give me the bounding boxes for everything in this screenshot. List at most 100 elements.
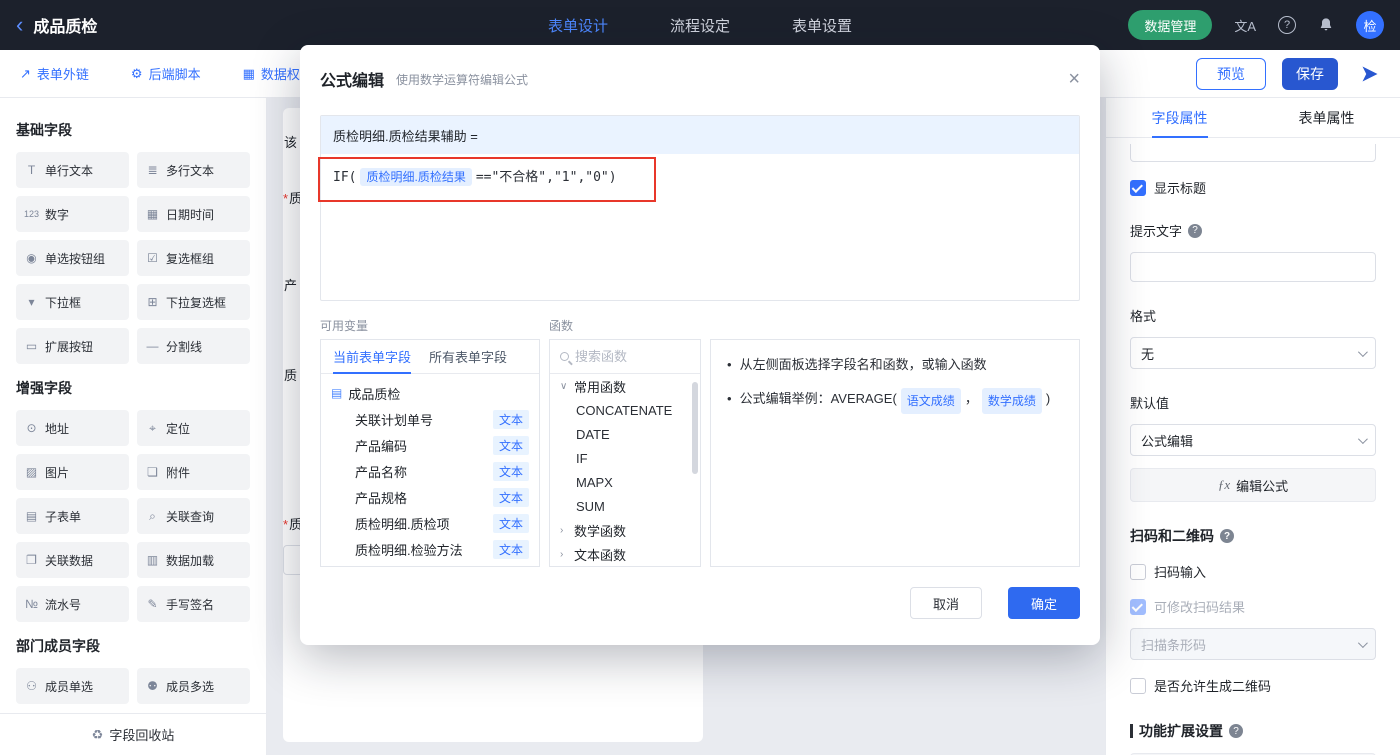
field-signature[interactable]: ✎ 手写签名: [137, 586, 250, 622]
tab-form-design[interactable]: 表单设计: [548, 15, 608, 36]
linked-data-icon: ❐: [26, 553, 37, 567]
chevron-right-icon: ›: [560, 548, 564, 560]
variables-box: 当前表单字段 所有表单字段 ▤ 成品质检 关联计划单号 文本 产品编码 文本 产品名…: [320, 339, 540, 567]
hint-help-icon[interactable]: ?: [1188, 223, 1203, 238]
formula-field-chip[interactable]: 质检明细.质检结果: [360, 168, 472, 186]
save-button[interactable]: 保存: [1282, 57, 1338, 90]
formula-editor-area[interactable]: IF(质检明细.质检结果 =="不合格","1","0"): [321, 154, 1079, 300]
scan-input-row: 扫码输入: [1130, 562, 1376, 581]
extension-help-icon[interactable]: ?: [1229, 724, 1243, 738]
format-select[interactable]: 无: [1130, 337, 1376, 369]
field-radio-group[interactable]: ◉ 单选按钮组: [16, 240, 129, 276]
field-type-tag: 文本: [492, 539, 529, 559]
top-header: ‹ 成品质检 表单设计 流程设定 表单设置 数据管理 文A ? 检: [0, 0, 1400, 50]
close-icon[interactable]: ×: [1068, 69, 1080, 89]
field-recycle-bin[interactable]: ♻ 字段回收站: [0, 713, 266, 755]
form-external-link[interactable]: ↗ 表单外链: [20, 64, 89, 83]
members-icon: ⚉: [147, 679, 158, 693]
preview-button[interactable]: 预览: [1196, 57, 1266, 90]
tab-all-form-fields[interactable]: 所有表单字段: [429, 340, 507, 373]
radio-icon: ◉: [26, 251, 37, 265]
field-linked-query[interactable]: ⌕ 关联查询: [137, 498, 250, 534]
show-title-row: 显示标题: [1130, 178, 1376, 197]
field-image[interactable]: ▨ 图片: [16, 454, 129, 490]
variable-item[interactable]: 质检明细.质检项 文本: [321, 510, 539, 536]
tab-field-properties[interactable]: 字段属性: [1106, 98, 1253, 137]
qr-generate-checkbox[interactable]: [1130, 677, 1146, 694]
edit-formula-button[interactable]: ƒx 编辑公式: [1130, 468, 1376, 502]
example-field-chip: 数学成绩: [981, 388, 1042, 414]
field-dropdown[interactable]: ▾ 下拉框: [16, 284, 129, 320]
image-icon: ▨: [25, 465, 38, 479]
field-divider[interactable]: — 分割线: [137, 328, 250, 364]
field-checkbox-group[interactable]: ☑ 复选框组: [137, 240, 250, 276]
field-serial-number[interactable]: № 流水号: [16, 586, 129, 622]
chevron-down-icon: [1357, 433, 1368, 444]
function-item[interactable]: CONCATENATE: [550, 398, 700, 422]
function-item[interactable]: DATE: [550, 422, 700, 446]
confirm-button[interactable]: 确定: [1008, 587, 1080, 619]
field-member-single[interactable]: ⚇ 成员单选: [16, 668, 129, 704]
field-single-line-text[interactable]: T 单行文本: [16, 152, 129, 188]
cancel-button[interactable]: 取消: [910, 587, 982, 619]
field-number[interactable]: 123 数字: [16, 196, 129, 232]
example-field-chip: 语文成绩: [900, 388, 961, 414]
field-type-tag: 文本: [492, 409, 529, 429]
avatar[interactable]: 检: [1356, 11, 1384, 39]
share-icon[interactable]: [1360, 64, 1380, 84]
field-data-load[interactable]: ▥ 数据加载: [137, 542, 250, 578]
notification-bell-icon[interactable]: [1318, 17, 1334, 33]
section-title-basic-fields: 基础字段: [16, 122, 72, 138]
help-tip-2: • 公式编辑举例：AVERAGE( 语文成绩 ， 数学成绩 ): [727, 388, 1063, 414]
show-title-checkbox[interactable]: [1130, 179, 1146, 196]
variable-item[interactable]: 产品规格 文本: [321, 484, 539, 510]
number-icon: 123: [24, 209, 40, 219]
field-attachment[interactable]: ❏ 附件: [137, 454, 250, 490]
signature-icon: ✎: [147, 597, 158, 611]
field-member-multi[interactable]: ⚉ 成员多选: [137, 668, 250, 704]
bullet-icon: •: [727, 391, 732, 406]
field-multiline-text[interactable]: ≣ 多行文本: [137, 152, 250, 188]
variable-item[interactable]: 产品名称 文本: [321, 458, 539, 484]
function-item[interactable]: IF: [550, 446, 700, 470]
scrollbar-thumb[interactable]: [692, 382, 698, 474]
variable-item[interactable]: 质检明细.检验方法 文本: [321, 536, 539, 562]
hint-text-input[interactable]: [1130, 252, 1376, 282]
variable-item[interactable]: 关联计划单号 文本: [321, 406, 539, 432]
function-search-input[interactable]: [575, 349, 690, 364]
tab-form-settings[interactable]: 表单设置: [792, 15, 852, 36]
field-multi-dropdown[interactable]: ⊞ 下拉复选框: [137, 284, 250, 320]
scrolled-input-fragment[interactable]: [1130, 144, 1376, 162]
data-manage-button[interactable]: 数据管理: [1128, 10, 1213, 40]
tab-current-form-fields[interactable]: 当前表单字段: [333, 340, 412, 374]
back-icon[interactable]: ‹: [16, 14, 23, 36]
function-group-text[interactable]: › 文本函数: [550, 542, 700, 566]
default-value-select[interactable]: 公式编辑: [1130, 424, 1376, 456]
variables-root[interactable]: ▤ 成品质检: [321, 380, 539, 406]
function-item[interactable]: MAPX: [550, 470, 700, 494]
field-linked-data[interactable]: ❐ 关联数据: [16, 542, 129, 578]
field-address[interactable]: ⊙ 地址: [16, 410, 129, 446]
help-icon[interactable]: ?: [1278, 16, 1296, 34]
formula-suffix: =="不合格","1","0"): [475, 170, 617, 185]
script-icon: ⚙: [130, 65, 143, 81]
multi-dropdown-icon: ⊞: [147, 295, 158, 309]
translate-icon[interactable]: 文A: [1234, 16, 1256, 35]
variable-item[interactable]: 产品编码 文本: [321, 432, 539, 458]
scan-input-checkbox[interactable]: [1130, 563, 1146, 580]
recycle-bin-icon: ♻: [91, 726, 104, 742]
tab-flow-settings[interactable]: 流程设定: [670, 15, 730, 36]
backend-script-link[interactable]: ⚙ 后端脚本: [131, 64, 201, 83]
scan-help-icon[interactable]: ?: [1220, 529, 1234, 543]
chevron-down-icon: [1357, 637, 1368, 648]
function-item[interactable]: SUM: [550, 494, 700, 518]
function-group-math[interactable]: › 数学函数: [550, 518, 700, 542]
field-extend-button[interactable]: ▭ 扩展按钮: [16, 328, 129, 364]
field-subform[interactable]: ▤ 子表单: [16, 498, 129, 534]
tab-form-properties[interactable]: 表单属性: [1253, 98, 1400, 137]
function-group-common[interactable]: ∨ 常用函数: [550, 374, 700, 398]
field-datetime[interactable]: ▦ 日期时间: [137, 196, 250, 232]
field-location[interactable]: ⌖ 定位: [137, 410, 250, 446]
field-palette-sidebar: 基础字段 T 单行文本 ≣ 多行文本 123 数字 ▦ 日期时间 ◉ 单选按钮组 ☑ 复选框…: [0, 98, 267, 755]
page-title: 成品质检: [33, 19, 98, 36]
